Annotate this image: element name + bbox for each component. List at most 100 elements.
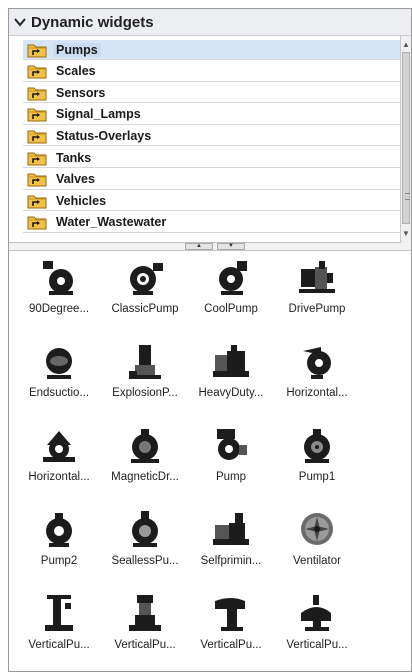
widget-label: MagneticDr...	[111, 471, 179, 483]
selfpriming-pump-icon	[187, 509, 275, 549]
widget-item[interactable]: VerticalPu...	[101, 593, 189, 667]
scrollbar-thumb[interactable]	[402, 52, 410, 224]
tree-item-label: Status-Overlays	[56, 128, 152, 143]
widget-label: Selfprimin...	[200, 555, 262, 567]
explosion-pump-icon	[101, 341, 189, 381]
tree-item-label: Tanks	[56, 150, 92, 165]
widget-item[interactable]: HeavyDuty...	[187, 341, 275, 415]
tree-item-label: Signal_Lamps	[56, 107, 141, 122]
folder-icon	[27, 171, 47, 187]
tree-item-label: Sensors	[56, 85, 106, 100]
folder-icon	[27, 85, 47, 101]
widget-item[interactable]: CoolPump	[187, 257, 275, 331]
widget-item[interactable]: MagneticDr...	[101, 425, 189, 499]
cool-pump-icon	[187, 257, 275, 297]
widget-label: HeavyDuty...	[198, 387, 264, 399]
drive-pump-icon	[273, 257, 361, 297]
tree-item[interactable]: Water_Wastewater	[23, 213, 401, 233]
splitter-down-icon[interactable]: ▼	[217, 243, 245, 250]
tree-item[interactable]: Valves	[23, 170, 401, 190]
vertical-pump-1-icon	[15, 593, 103, 633]
pump-90degree-icon	[15, 257, 103, 297]
widget-item[interactable]: Horizontal...	[273, 341, 361, 415]
folder-icon	[27, 193, 47, 209]
widget-label: VerticalPu...	[28, 639, 90, 651]
widget-item[interactable]: VerticalPu...	[15, 593, 103, 667]
folder-icon	[27, 106, 47, 122]
widget-label: Ventilator	[293, 555, 341, 567]
widget-item[interactable]: ClassicPump	[101, 257, 189, 331]
chevron-down-icon[interactable]	[9, 9, 31, 36]
pump-icon	[187, 425, 275, 465]
dynamic-widgets-panel: Dynamic widgets Pumps Scales Sensors Signal…	[8, 8, 412, 672]
widget-item[interactable]: Endsuctio...	[15, 341, 103, 415]
pump2-icon	[15, 509, 103, 549]
tree-scrollbar[interactable]: ▲ ▼	[400, 36, 411, 243]
horizontal-pump-2-icon	[15, 425, 103, 465]
folder-tree: Pumps Scales Sensors Signal_Lamps Status-Ove…	[9, 36, 411, 243]
heavy-duty-pump-icon	[187, 341, 275, 381]
endsuction-pump-icon	[15, 341, 103, 381]
vertical-pump-2-icon	[101, 593, 189, 633]
classic-pump-icon	[101, 257, 189, 297]
widget-label: 90Degree...	[28, 303, 90, 315]
widget-item[interactable]: Selfprimin...	[187, 509, 275, 583]
widget-label: CoolPump	[204, 303, 258, 315]
widget-label: VerticalPu...	[286, 639, 348, 651]
widget-item[interactable]: SeallessPu...	[101, 509, 189, 583]
widget-label: Pump1	[298, 471, 336, 483]
widget-label: DrivePump	[288, 303, 346, 315]
widget-label: VerticalPu...	[200, 639, 262, 651]
tree-item[interactable]: Tanks	[23, 148, 401, 168]
widget-label: ClassicPump	[111, 303, 179, 315]
section-header[interactable]: Dynamic widgets	[9, 9, 411, 36]
tree-item-label: Pumps	[53, 42, 101, 57]
widget-item[interactable]: VerticalPu...	[273, 593, 361, 667]
widget-item[interactable]: ExplosionP...	[101, 341, 189, 415]
magnetic-drive-pump-icon	[101, 425, 189, 465]
tree-item[interactable]: Sensors	[23, 83, 401, 104]
tree-item[interactable]: Status-Overlays	[23, 126, 401, 147]
folder-icon	[27, 42, 47, 58]
widget-item[interactable]: VerticalPu...	[187, 593, 275, 667]
folder-icon	[27, 128, 47, 144]
widget-label: Horizontal...	[286, 387, 348, 399]
widget-item[interactable]: DrivePump	[273, 257, 361, 331]
splitter-up-icon[interactable]: ▲	[185, 243, 213, 250]
tree-item[interactable]: Signal_Lamps	[23, 105, 401, 125]
widget-grid: 90Degree... ClassicPump CoolPump DrivePump E…	[9, 251, 411, 671]
widget-label: Pump2	[40, 555, 78, 567]
widget-item[interactable]: Horizontal...	[15, 425, 103, 499]
folder-icon	[27, 214, 47, 230]
section-title: Dynamic widgets	[31, 13, 154, 31]
horizontal-pump-icon	[273, 341, 361, 381]
pump1-icon	[273, 425, 361, 465]
widget-label: SeallessPu...	[111, 555, 179, 567]
tree-item-label: Valves	[56, 172, 95, 187]
tree-item[interactable]: Vehicles	[23, 191, 401, 212]
folder-icon	[27, 150, 47, 166]
widget-label: Endsuctio...	[28, 387, 90, 399]
tree-item[interactable]: Pumps	[23, 40, 401, 60]
widget-item[interactable]: 90Degree...	[15, 257, 103, 331]
widget-label: Horizontal...	[28, 471, 90, 483]
sealless-pump-icon	[101, 509, 189, 549]
vertical-pump-3-icon	[187, 593, 275, 633]
tree-item-label: Vehicles	[56, 193, 107, 208]
widget-label: VerticalPu...	[114, 639, 176, 651]
scroll-up-icon[interactable]: ▲	[401, 38, 411, 52]
folder-icon	[27, 63, 47, 79]
tree-item[interactable]: Scales	[23, 62, 401, 82]
ventilator-icon	[273, 509, 361, 549]
widget-item[interactable]: Ventilator	[273, 509, 361, 583]
tree-item-label: Water_Wastewater	[56, 215, 167, 230]
vertical-pump-4-icon	[273, 593, 361, 633]
widget-item[interactable]: Pump	[187, 425, 275, 499]
widget-label: Pump	[215, 471, 247, 483]
pane-splitter[interactable]: ▲ ▼	[9, 243, 411, 251]
scroll-down-icon[interactable]: ▼	[401, 227, 411, 241]
widget-item[interactable]: Pump2	[15, 509, 103, 583]
tree-item-label: Scales	[56, 64, 96, 79]
widget-label: ExplosionP...	[112, 387, 178, 399]
widget-item[interactable]: Pump1	[273, 425, 361, 499]
